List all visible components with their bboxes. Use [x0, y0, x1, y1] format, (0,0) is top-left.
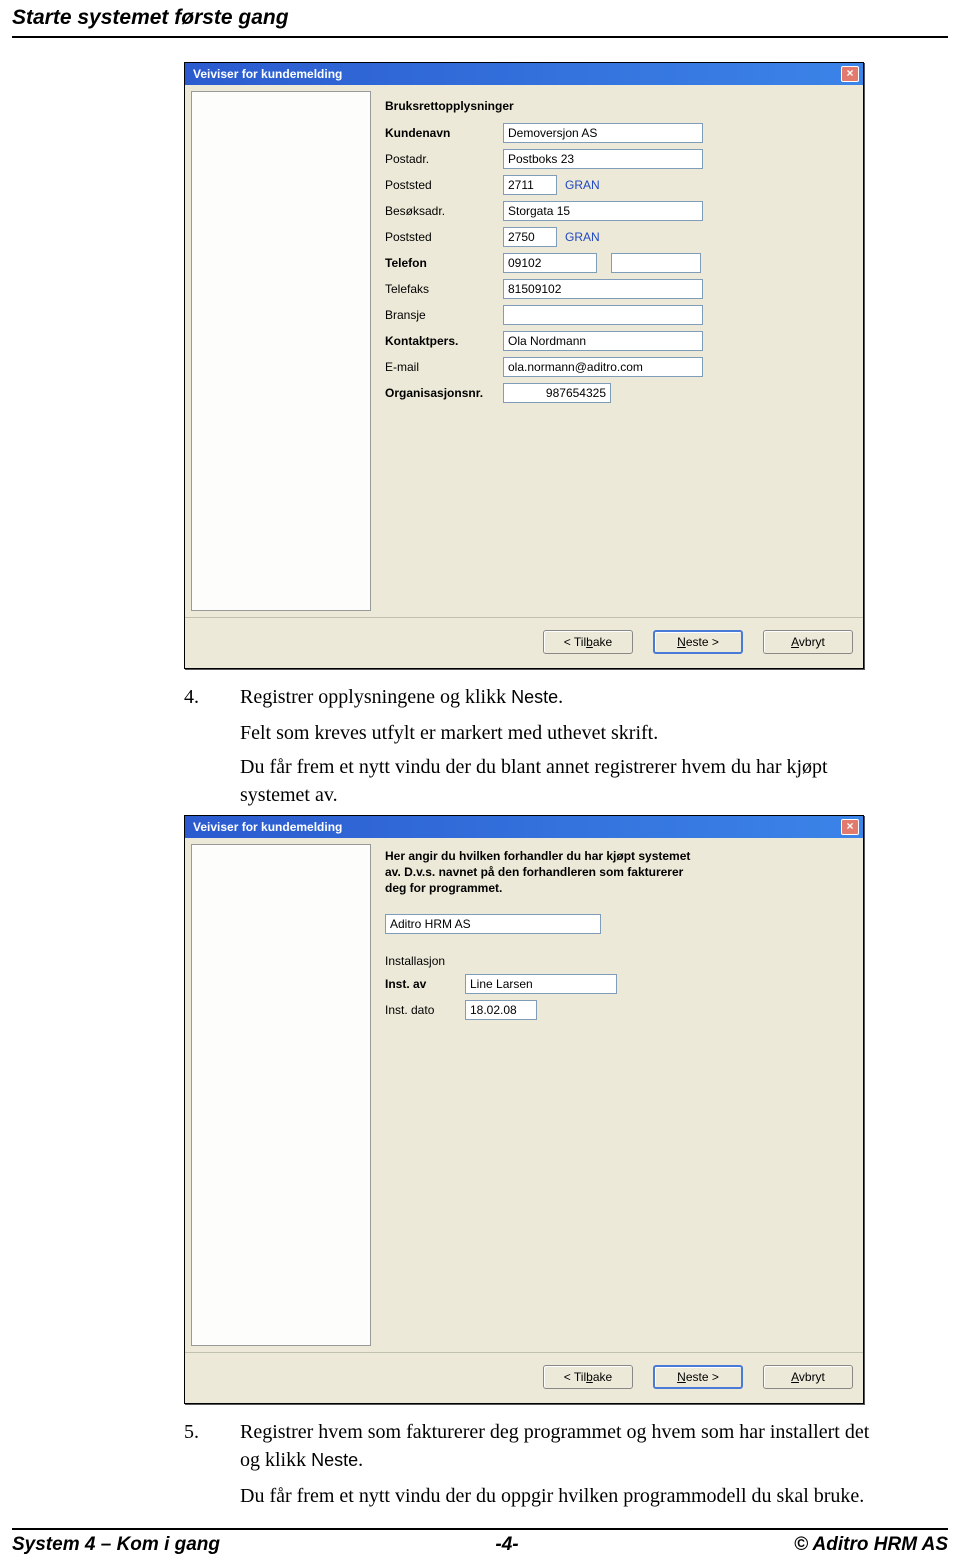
cancel-button[interactable]: Avbryt — [763, 1365, 853, 1389]
telefon-input[interactable]: 09102 — [503, 253, 597, 273]
step-5-number: 5. — [184, 1418, 240, 1474]
dialog-kundemelding-1: Veiviser for kundemelding × Bruksrettopp… — [184, 62, 864, 669]
back-button[interactable]: < Tilbake — [543, 1365, 633, 1389]
label-poststed2: Poststed — [385, 230, 503, 244]
email-input[interactable]: ola.normann@aditro.com — [503, 357, 703, 377]
label-instav: Inst. av — [385, 977, 465, 991]
cancel-button[interactable]: Avbryt — [763, 630, 853, 654]
close-icon[interactable]: × — [841, 66, 859, 82]
postadr-input[interactable]: Postboks 23 — [503, 149, 703, 169]
label-orgnr: Organisasjonsnr. — [385, 386, 503, 400]
label-instdato: Inst. dato — [385, 1003, 465, 1017]
step-4: 4. Registrer opplysningene og klikk Nest… — [184, 683, 948, 711]
step-5-text-c: . — [358, 1449, 363, 1471]
wizard-image-panel — [191, 91, 371, 611]
kundenavn-input[interactable]: Demoversjon AS — [503, 123, 703, 143]
label-postadr: Postadr. — [385, 152, 503, 166]
close-icon[interactable]: × — [841, 819, 859, 835]
orgnr-input[interactable]: 987654325 — [503, 383, 611, 403]
section-heading: Bruksrettopplysninger — [385, 99, 849, 113]
telefon2-input[interactable] — [611, 253, 701, 273]
wizard-image-panel — [191, 844, 371, 1346]
step-4-number: 4. — [184, 683, 240, 711]
label-poststed1: Poststed — [385, 178, 503, 192]
footer-center: -4- — [495, 1534, 518, 1556]
dialog-titlebar: Veiviser for kundemelding × — [185, 63, 863, 85]
label-telefon: Telefon — [385, 256, 503, 270]
poststed2-lookup[interactable]: GRAN — [565, 230, 600, 244]
label-kontaktpers: Kontaktpers. — [385, 334, 503, 348]
postnr1-input[interactable]: 2711 — [503, 175, 557, 195]
label-bransje: Bransje — [385, 308, 503, 322]
dialog-title: Veiviser for kundemelding — [193, 820, 342, 834]
step-4-text-c: . — [558, 686, 563, 708]
header-rule — [12, 36, 948, 38]
back-button[interactable]: < Tilbake — [543, 630, 633, 654]
poststed1-lookup[interactable]: GRAN — [565, 178, 600, 192]
postnr2-input[interactable]: 2750 — [503, 227, 557, 247]
label-kundenavn: Kundenavn — [385, 126, 503, 140]
next-button[interactable]: Neste > — [653, 630, 743, 654]
forhandler-input[interactable]: Aditro HRM AS — [385, 914, 601, 934]
dialog-title: Veiviser for kundemelding — [193, 67, 342, 81]
dialog2-info: Her angir du hvilken forhandler du har k… — [385, 848, 705, 896]
label-installasjon: Installasjon — [385, 954, 445, 968]
instdato-input[interactable]: 18.02.08 — [465, 1000, 537, 1020]
step-4-line3: Du får frem et nytt vindu der du blant a… — [240, 753, 888, 809]
label-installasjon-row: Installasjon — [385, 954, 849, 968]
label-besoksadr: Besøksadr. — [385, 204, 503, 218]
page-footer: System 4 – Kom i gang -4- © Aditro HRM A… — [0, 1532, 960, 1566]
instav-input[interactable]: Line Larsen — [465, 974, 617, 994]
label-email: E-mail — [385, 360, 503, 374]
footer-rule — [12, 1528, 948, 1530]
page-title: Starte systemet første gang — [0, 0, 960, 32]
besoksadr-input[interactable]: Storgata 15 — [503, 201, 703, 221]
bransje-input[interactable] — [503, 305, 703, 325]
dialog-kundemelding-2: Veiviser for kundemelding × Her angir du… — [184, 815, 864, 1404]
footer-right: © Aditro HRM AS — [794, 1534, 948, 1556]
kontaktpers-input[interactable]: Ola Nordmann — [503, 331, 703, 351]
dialog-titlebar: Veiviser for kundemelding × — [185, 816, 863, 838]
step-4-neste: Neste — [511, 687, 558, 707]
step-5-neste: Neste — [311, 1450, 358, 1470]
next-button[interactable]: Neste > — [653, 1365, 743, 1389]
telefaks-input[interactable]: 81509102 — [503, 279, 703, 299]
step-5-line2: Du får frem et nytt vindu der du oppgir … — [240, 1482, 888, 1510]
step-4-line2: Felt som kreves utfylt er markert med ut… — [240, 719, 888, 747]
step-4-text-a: Registrer opplysningene og klikk — [240, 686, 511, 708]
footer-left: System 4 – Kom i gang — [12, 1534, 220, 1556]
label-telefaks: Telefaks — [385, 282, 503, 296]
step-5: 5. Registrer hvem som fakturerer deg pro… — [184, 1418, 948, 1474]
